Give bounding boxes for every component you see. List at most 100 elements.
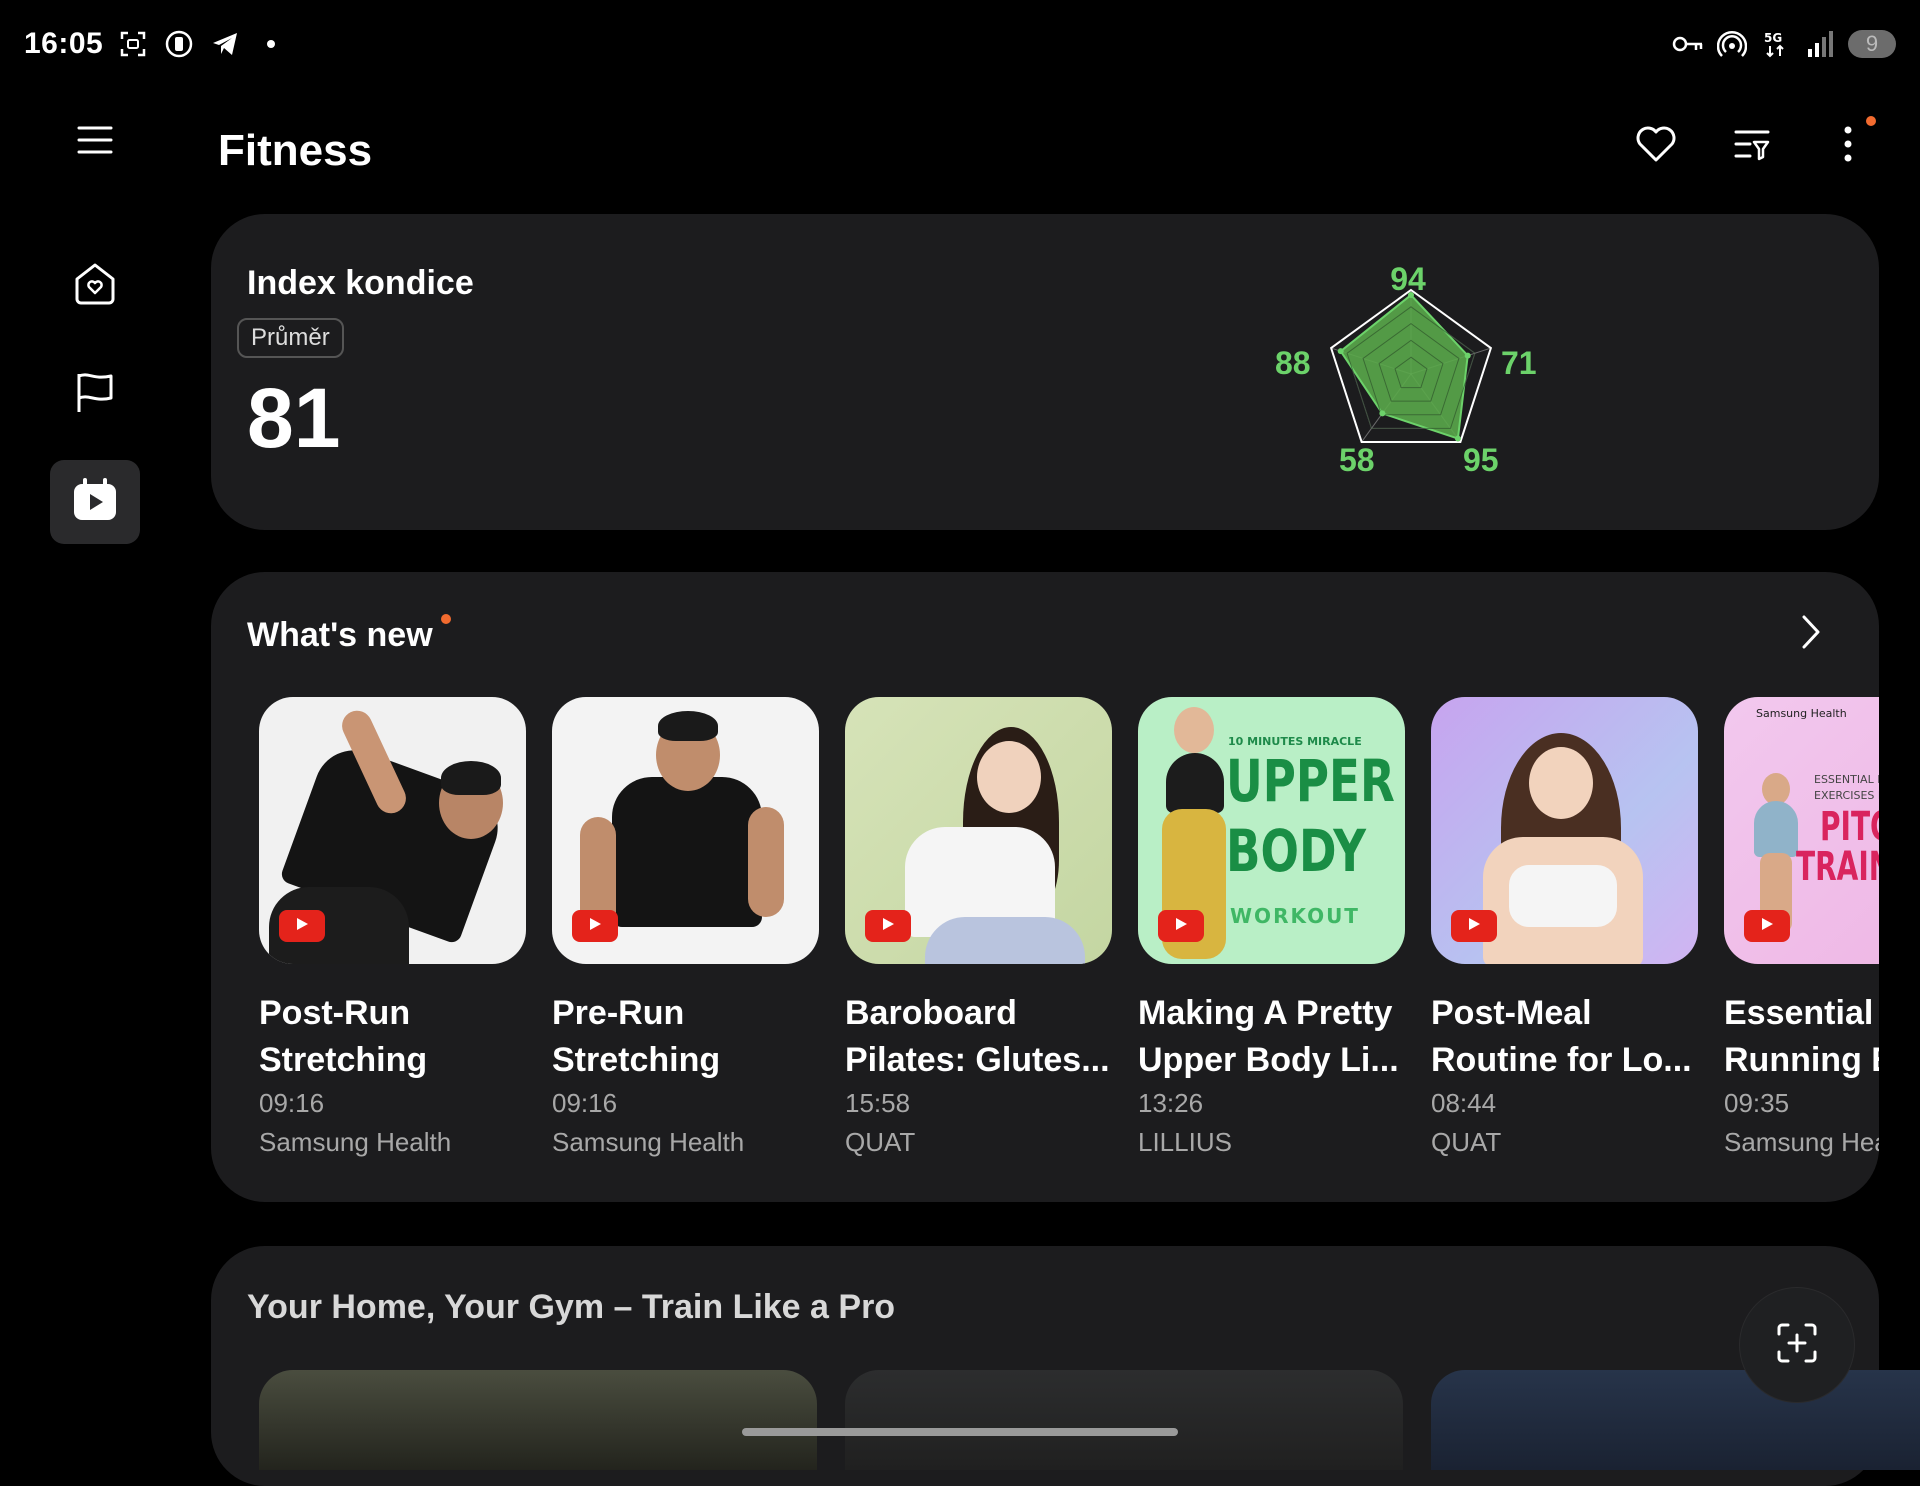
- gym-video-row[interactable]: [259, 1370, 1920, 1470]
- radar-point: [1464, 352, 1471, 359]
- thumb-exercises-text: EXERCISES PAR: [1814, 789, 1879, 802]
- flag-icon: [73, 370, 117, 419]
- video-icon: [71, 477, 119, 528]
- figure-arm: [748, 807, 784, 917]
- video-card[interactable]: 10 MINUTES MIRACLE UPPER BODY WORKOUT Ma…: [1138, 697, 1405, 1167]
- status-bar: 16:05 5G 9: [0, 0, 1920, 88]
- gym-video-thumbnail[interactable]: [259, 1370, 817, 1470]
- youtube-badge: [279, 910, 325, 942]
- fitness-index-card[interactable]: Index kondice Průměr 81 94 71 95 58 88: [211, 214, 1879, 530]
- signal-icon: [1804, 28, 1836, 60]
- page-title: Fitness: [218, 126, 373, 175]
- figure-head: [1174, 707, 1214, 753]
- radar-label-bottom-right: 95: [1463, 442, 1499, 478]
- video-thumbnail: 10 MINUTES MIRACLE UPPER BODY WORKOUT: [1138, 697, 1405, 964]
- home-heart-icon: [71, 261, 119, 312]
- thumb-workout-text: WORKOUT: [1230, 904, 1360, 928]
- youtube-badge: [1744, 910, 1790, 942]
- video-card[interactable]: Samsung Health ESSENTIAL RUN EXERCISES P…: [1724, 697, 1879, 1167]
- radar-point: [1337, 348, 1344, 355]
- video-title-line1: Post-Meal: [1431, 994, 1592, 1032]
- gym-video-thumbnail[interactable]: [845, 1370, 1403, 1470]
- video-source: QUAT: [1431, 1126, 1502, 1157]
- vpn-key-icon: [1672, 28, 1704, 60]
- play-icon: [880, 916, 896, 937]
- whats-new-card: What's new Post-Run Stretching 09:16 Sam…: [211, 572, 1879, 1202]
- video-card[interactable]: Post-Meal Routine for Lo... 08:44 QUAT: [1431, 697, 1698, 1167]
- radar-point: [1379, 410, 1386, 417]
- menu-button[interactable]: [50, 100, 140, 184]
- radar-label-right: 71: [1501, 345, 1537, 381]
- figure-head: [977, 741, 1041, 813]
- video-source: Samsung Health: [552, 1126, 745, 1157]
- telegram-icon: [209, 28, 241, 60]
- video-title: Making A Pretty Upper Body Li...: [1138, 990, 1405, 1084]
- radar-chart: 94 71 95 58 88: [1275, 261, 1537, 478]
- play-icon: [1759, 916, 1775, 937]
- more-icon: [1842, 124, 1854, 169]
- video-title: Pre-Run Stretching: [552, 990, 819, 1084]
- thumb-essential-run-text: ESSENTIAL RUN: [1814, 773, 1879, 786]
- figure-torso: [1166, 753, 1224, 813]
- gym-section-card: Your Home, Your Gym – Train Like a Pro: [211, 1246, 1920, 1486]
- video-title-line1: Essential: [1724, 994, 1874, 1032]
- nav-fitness-button[interactable]: [50, 460, 140, 544]
- youtube-badge: [572, 910, 618, 942]
- video-duration: 08:44: [1431, 1087, 1497, 1118]
- radar-point: [1408, 292, 1414, 299]
- thumb-body-text: BODY: [1226, 817, 1366, 885]
- nav-home-button[interactable]: [50, 244, 140, 328]
- video-source: QUAT: [845, 1126, 916, 1157]
- video-title-line2: Routine for Lo...: [1431, 1040, 1692, 1079]
- video-title-line2: Stretching: [259, 1040, 428, 1079]
- figure-hair: [441, 761, 501, 795]
- filter-icon: [1732, 126, 1772, 167]
- video-title-line1: Baroboard: [845, 994, 1017, 1032]
- nav-challenges-button[interactable]: [50, 352, 140, 436]
- hotspot-icon: [1716, 28, 1748, 60]
- youtube-badge: [1451, 910, 1497, 942]
- add-workout-fab[interactable]: [1740, 1288, 1854, 1402]
- video-card[interactable]: Pre-Run Stretching 09:16 Samsung Health: [552, 697, 819, 1167]
- thumb-small-text: 10 MINUTES MIRACLE: [1228, 735, 1362, 748]
- video-title-line1: Making A Pretty: [1138, 994, 1393, 1032]
- home-indicator[interactable]: [742, 1428, 1178, 1436]
- youtube-badge: [1158, 910, 1204, 942]
- play-icon: [1466, 916, 1482, 937]
- fitness-index-value: 81: [247, 371, 341, 465]
- scan-add-icon: [1776, 1322, 1818, 1369]
- whats-new-title: What's new: [247, 616, 433, 654]
- new-content-dot: [441, 614, 451, 624]
- thumb-samsung-health-text: Samsung Health: [1756, 707, 1847, 720]
- video-title-line2: Upper Body Li...: [1138, 1040, 1399, 1079]
- dot-icon: [255, 28, 287, 60]
- watch-icon: [163, 28, 195, 60]
- filter-button[interactable]: [1730, 124, 1774, 168]
- top-actions: [1634, 116, 1876, 169]
- video-card[interactable]: Post-Run Stretching 09:16 Samsung Health: [259, 697, 526, 1167]
- video-duration: 09:35: [1724, 1087, 1790, 1118]
- video-source: Samsung Hea: [1724, 1126, 1879, 1157]
- radar-label-left: 88: [1275, 345, 1311, 381]
- radar-point: [1454, 435, 1461, 442]
- status-right: 5G 9: [1672, 28, 1896, 60]
- svg-text:5G: 5G: [1764, 31, 1782, 45]
- video-card[interactable]: Baroboard Pilates: Glutes... 15:58 QUAT: [845, 697, 1112, 1167]
- radar-label-top: 94: [1390, 261, 1426, 297]
- notification-dot: [1866, 116, 1876, 126]
- favorites-button[interactable]: [1634, 124, 1678, 168]
- video-duration: 15:58: [845, 1087, 911, 1118]
- whats-new-more-button[interactable]: [1791, 614, 1831, 654]
- figure-torso: [612, 777, 762, 927]
- video-thumbnail: [1431, 697, 1698, 964]
- thumb-pitch-text: PITC: [1820, 804, 1879, 850]
- 5g-icon: 5G: [1760, 28, 1792, 60]
- video-thumbnail: [552, 697, 819, 964]
- video-carousel[interactable]: Post-Run Stretching 09:16 Samsung Health…: [259, 697, 1879, 1167]
- battery-indicator: 9: [1848, 30, 1896, 58]
- fitness-index-title: Index kondice: [247, 264, 474, 302]
- menu-icon: [77, 124, 113, 161]
- more-options-button[interactable]: [1826, 116, 1876, 169]
- gym-video-thumbnail[interactable]: [1431, 1370, 1920, 1470]
- video-title: Post-Meal Routine for Lo...: [1431, 990, 1698, 1084]
